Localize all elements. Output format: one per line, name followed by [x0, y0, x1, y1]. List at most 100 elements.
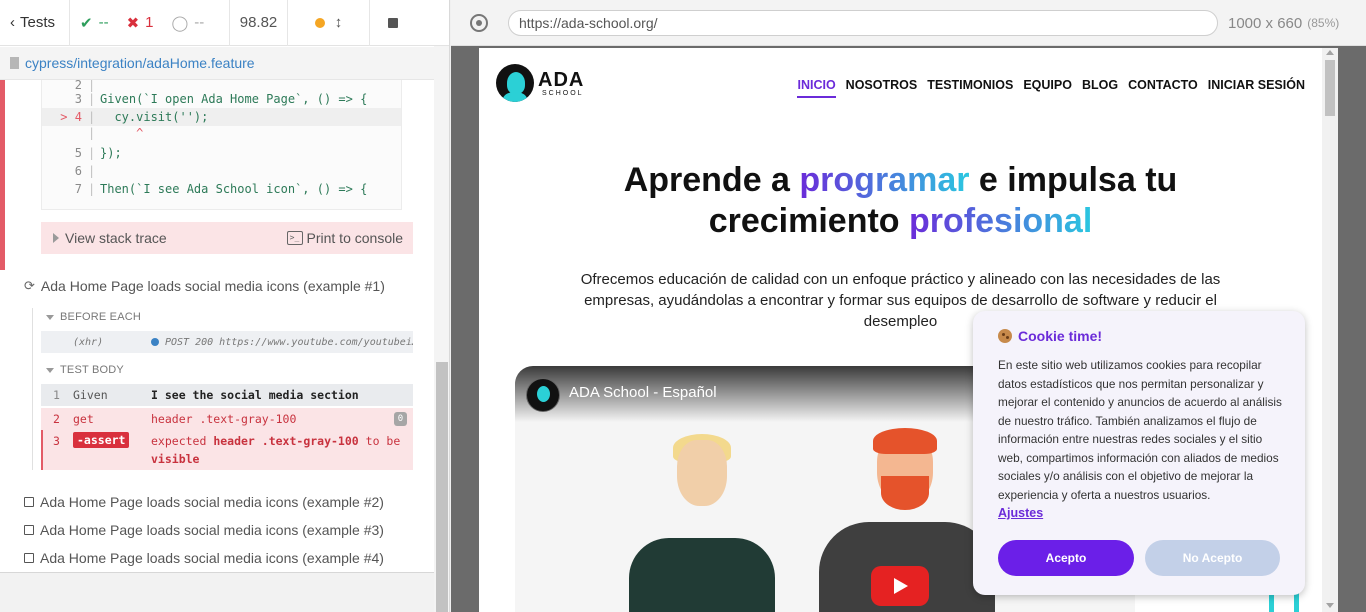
- reporter-panel: ‹ Tests ✔ -- ✖ 1 ◯ -- 98.82 ↕ cypress/in…: [0, 0, 450, 612]
- updown-arrows-icon[interactable]: ↕: [335, 14, 343, 31]
- code-line: 6 |: [74, 164, 96, 178]
- nav-item-equipo[interactable]: EQUIPO: [1023, 78, 1072, 98]
- controls: ↕: [288, 0, 370, 46]
- cookie-title: Cookie time!: [998, 328, 1102, 344]
- viewport-size: 1000 x 660: [1228, 14, 1303, 32]
- auto-scroll-indicator-icon[interactable]: [314, 17, 325, 28]
- cookie-settings-link[interactable]: Ajustes: [998, 506, 1043, 520]
- test-title[interactable]: Ada Home Page loads social media icons (…: [24, 490, 384, 514]
- test-title-label: Ada Home Page loads social media icons (…: [40, 278, 385, 294]
- cookie-body-text: En este sitio web utilizamos cookies par…: [998, 358, 1282, 502]
- before-each-label: BEFORE EACH: [60, 311, 142, 323]
- command-name: -assert: [73, 432, 151, 448]
- video-character-body: [629, 538, 775, 612]
- video-character-head: [677, 440, 727, 506]
- viewport-info[interactable]: 1000 x 660 (85%): [1228, 12, 1339, 34]
- nav-item-inicio[interactable]: INICIO: [797, 78, 836, 98]
- ada-logo[interactable]: ADA SCHOOL: [496, 64, 584, 102]
- xhr-command[interactable]: (xhr) POST 200 https://www.youtube.com/y…: [41, 331, 413, 353]
- scrollbar-thumb[interactable]: [436, 362, 448, 612]
- terminal-icon: >_: [286, 231, 303, 245]
- check-icon: ✔: [80, 14, 93, 32]
- hook-guide-line: [32, 308, 33, 470]
- reporter-footer: [0, 572, 434, 612]
- passed-stat: ✔ --: [80, 14, 109, 32]
- spec-path-bar: cypress/integration/adaHome.feature: [0, 47, 434, 80]
- failed-count: 1: [145, 14, 154, 31]
- cypress-runner: ‹ Tests ✔ -- ✖ 1 ◯ -- 98.82 ↕ cypress/in…: [0, 0, 1366, 612]
- nav-item-testimonios[interactable]: TESTIMONIOS: [927, 78, 1013, 98]
- nav-item-contacto[interactable]: CONTACTO: [1128, 78, 1198, 98]
- code-line: 3 | Given(`I open Ada Home Page`, () => {: [74, 92, 368, 106]
- video-title[interactable]: ADA School - Español: [569, 384, 717, 401]
- nav-item-blog[interactable]: BLOG: [1082, 78, 1118, 98]
- accept-cookies-button[interactable]: Acepto: [998, 540, 1134, 576]
- tests-button[interactable]: ‹ Tests: [0, 0, 70, 46]
- view-stack-trace-toggle[interactable]: View stack trace: [53, 230, 167, 246]
- selector-playground-crosshair-icon[interactable]: [470, 14, 488, 32]
- file-icon: [10, 57, 19, 69]
- stop-button[interactable]: [370, 0, 415, 46]
- square-icon: [24, 497, 34, 507]
- cookie-icon: [998, 329, 1012, 343]
- x-icon: ✖: [126, 14, 140, 32]
- test-title-label: Ada Home Page loads social media icons (…: [40, 494, 384, 510]
- stack-trace-row: View stack trace >_ Print to console: [41, 222, 413, 254]
- test-title[interactable]: Ada Home Page loads social media icons (…: [24, 546, 384, 570]
- command-number: 3: [53, 434, 60, 448]
- triangle-right-icon: [53, 233, 59, 243]
- command-row[interactable]: 1 Given I see the social media section: [41, 384, 413, 406]
- triangle-down-icon: [46, 367, 54, 373]
- test-title-label: Ada Home Page loads social media icons (…: [40, 522, 384, 538]
- main-nav: INICIO NOSOTROS TESTIMONIOS EQUIPO BLOG …: [797, 78, 1305, 98]
- circle-icon: ◯: [171, 14, 189, 32]
- command-message: I see the social media section: [151, 388, 359, 402]
- spec-path-link[interactable]: cypress/integration/adaHome.feature: [25, 55, 255, 71]
- before-each-header[interactable]: BEFORE EACH: [46, 308, 141, 326]
- nav-item-iniciar-sesion[interactable]: INICIAR SESIÓN: [1208, 78, 1305, 98]
- logo-big: ADA: [538, 68, 585, 91]
- passed-count: --: [98, 14, 109, 31]
- reject-cookies-button[interactable]: No Acepto: [1145, 540, 1280, 576]
- assert-tag: -assert: [73, 432, 130, 448]
- video-character-hair: [873, 428, 937, 454]
- channel-avatar[interactable]: [526, 378, 560, 412]
- command-row-assert[interactable]: 3 -assert expected header .text-gray-100…: [41, 432, 413, 470]
- square-icon: [24, 553, 34, 563]
- duration: 98.82: [230, 0, 288, 46]
- code-line-caret: | ^: [88, 126, 144, 140]
- cookie-consent-dialog: Cookie time! En este sitio web utilizamo…: [973, 311, 1305, 595]
- scroll-up-icon[interactable]: [1326, 50, 1334, 55]
- failed-stat: ✖ 1: [127, 14, 154, 32]
- pending-count: --: [194, 14, 205, 31]
- ada-logo-icon: [496, 64, 534, 102]
- command-message: expected header .text-gray-100 to be visi…: [151, 434, 401, 466]
- test-title-label: Ada Home Page loads social media icons (…: [40, 550, 384, 566]
- command-number: 2: [53, 412, 60, 426]
- print-to-console-label: Print to console: [306, 230, 404, 246]
- code-frame: 2 | 3 | Given(`I open Ada Home Page`, () =>…: [41, 80, 402, 210]
- print-to-console-button[interactable]: >_ Print to console: [286, 230, 404, 246]
- app-scrollbar[interactable]: [1322, 48, 1338, 612]
- reporter-header: ‹ Tests ✔ -- ✖ 1 ◯ -- 98.82 ↕: [0, 0, 449, 46]
- command-message: POST 200 https://www.youtube.com/youtube…: [151, 337, 413, 348]
- command-name: Given: [73, 388, 108, 402]
- logo-small: SCHOOL: [542, 89, 584, 97]
- cookie-title-text: Cookie time!: [1018, 328, 1103, 344]
- command-number: 1: [53, 388, 60, 402]
- test-body-header[interactable]: TEST BODY: [46, 361, 124, 379]
- test-title[interactable]: Ada Home Page loads social media icons (…: [24, 518, 384, 542]
- test-title-current[interactable]: ⟳ Ada Home Page loads social media icons…: [24, 274, 385, 298]
- scroll-down-icon[interactable]: [1326, 603, 1334, 608]
- nav-item-nosotros[interactable]: NOSOTROS: [846, 78, 918, 98]
- reporter-scrollbar[interactable]: [434, 46, 449, 612]
- code-line: 7 | Then(`I see Ada School icon`, () => {: [74, 182, 368, 196]
- command-row-failed[interactable]: 2 get header .text-gray-100 0: [41, 408, 413, 430]
- youtube-play-icon[interactable]: [871, 566, 929, 606]
- failed-test-indicator: [0, 80, 5, 270]
- scrollbar-thumb[interactable]: [1325, 60, 1335, 116]
- command-name: get: [73, 412, 94, 426]
- command-message: header .text-gray-100: [151, 412, 297, 426]
- url-bar: https://ada-school.org/: [508, 10, 1218, 36]
- command-name: (xhr): [73, 336, 104, 348]
